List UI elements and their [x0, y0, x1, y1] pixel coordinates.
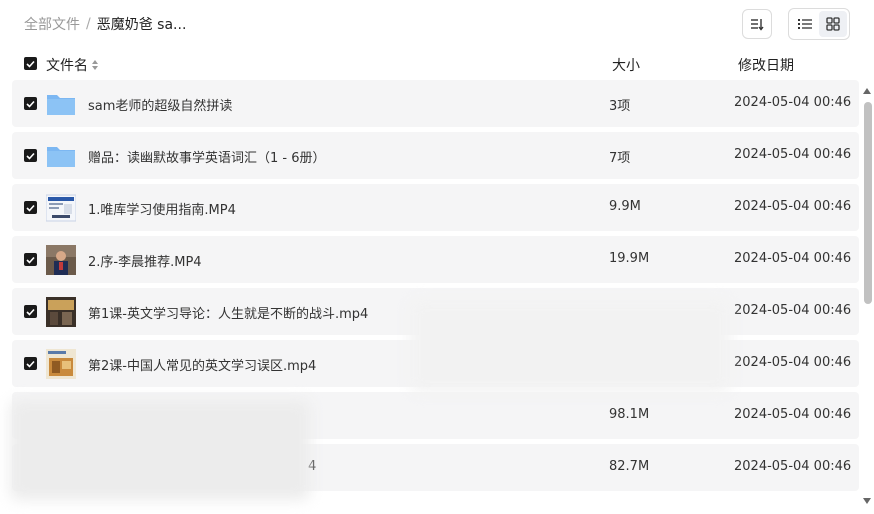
grid-view-icon [826, 17, 840, 31]
video-thumbnail [46, 245, 76, 275]
file-row[interactable]: 赠品：读幽默故事学英语词汇（1 - 6册） 7项 2024-05-04 00:4… [12, 132, 859, 179]
breadcrumb: 全部文件 / 恶魔奶爸 sa... [24, 14, 186, 34]
file-row[interactable]: 2.序-李晨推荐.MP4 19.9M 2024-05-04 00:46 [12, 236, 859, 283]
file-name[interactable]: 赠品：读幽默故事学英语词汇（1 - 6册） [88, 147, 326, 166]
redaction-blur [10, 400, 310, 500]
file-modified: 2024-05-04 00:46 [734, 407, 852, 422]
checkbox-checked-icon [26, 204, 35, 212]
file-modified: 2024-05-04 00:46 [734, 251, 852, 266]
row-checkbox[interactable] [24, 357, 37, 370]
file-modified: 2024-05-04 00:46 [734, 303, 852, 318]
column-name-header[interactable]: 文件名 [46, 55, 99, 75]
video-thumbnail [46, 297, 76, 327]
checkbox-checked-icon [26, 100, 35, 108]
file-modified: 2024-05-04 00:46 [734, 199, 852, 214]
file-modified: 2024-05-04 00:46 [734, 95, 852, 110]
list-view-icon [798, 19, 812, 29]
view-toolbar [742, 8, 850, 40]
video-thumbnail [46, 349, 76, 379]
column-size-header[interactable]: 大小 [612, 55, 640, 75]
file-name[interactable]: 2.序-李晨推荐.MP4 [88, 251, 202, 270]
breadcrumb-root[interactable]: 全部文件 [24, 14, 80, 34]
column-header: 文件名 大小 修改日期 [0, 50, 874, 78]
file-modified: 2024-05-04 00:46 [734, 459, 852, 474]
row-checkbox[interactable] [24, 201, 37, 214]
file-row[interactable]: sam老师的超级自然拼读 3项 2024-05-04 00:46 [12, 80, 859, 127]
list-view-button[interactable] [791, 11, 819, 37]
column-name-label: 文件名 [46, 58, 88, 74]
file-name[interactable]: 第1课-英文学习导论：人生就是不断的战斗.mp4 [88, 303, 368, 322]
file-size: 98.1M [609, 407, 650, 422]
checkbox-checked-icon [26, 360, 35, 368]
file-size: 82.7M [609, 459, 650, 474]
checkbox-checked-icon [26, 256, 35, 264]
file-modified: 2024-05-04 00:46 [734, 355, 852, 370]
sort-toggle-icon [92, 60, 98, 70]
breadcrumb-separator: / [86, 16, 91, 32]
file-name[interactable]: 1.唯库学习使用指南.MP4 [88, 199, 236, 218]
checkbox-checked-icon [26, 308, 35, 316]
breadcrumb-current: 恶魔奶爸 sa... [96, 17, 187, 33]
checkbox-checked-icon [26, 152, 35, 160]
redaction-blur [410, 300, 730, 392]
file-name[interactable]: 第2课-中国人常见的英文学习误区.mp4 [88, 355, 316, 374]
folder-icon [47, 95, 75, 115]
video-thumbnail [46, 194, 76, 222]
column-modified-header[interactable]: 修改日期 [738, 55, 794, 75]
scroll-down-arrow[interactable] [863, 498, 871, 504]
sort-button[interactable] [742, 9, 772, 39]
file-name[interactable]: sam老师的超级自然拼读 [88, 95, 232, 114]
file-size: 9.9M [609, 199, 641, 214]
file-size: 19.9M [609, 251, 650, 266]
file-row[interactable]: 1.唯库学习使用指南.MP4 9.9M 2024-05-04 00:46 [12, 184, 859, 231]
file-size: 7项 [609, 151, 631, 166]
row-checkbox[interactable] [24, 97, 37, 110]
row-checkbox[interactable] [24, 305, 37, 318]
row-checkbox[interactable] [24, 253, 37, 266]
grid-view-button[interactable] [819, 11, 847, 37]
scrollbar-thumb[interactable] [864, 102, 872, 304]
view-toggle [788, 8, 850, 40]
row-checkbox[interactable] [24, 149, 37, 162]
file-size: 3项 [609, 99, 631, 114]
folder-icon [47, 147, 75, 167]
scroll-up-arrow[interactable] [863, 88, 871, 94]
select-all-checkbox[interactable] [24, 57, 37, 70]
sort-icon [751, 19, 764, 31]
checkbox-checked-icon [26, 60, 35, 68]
file-modified: 2024-05-04 00:46 [734, 147, 852, 162]
